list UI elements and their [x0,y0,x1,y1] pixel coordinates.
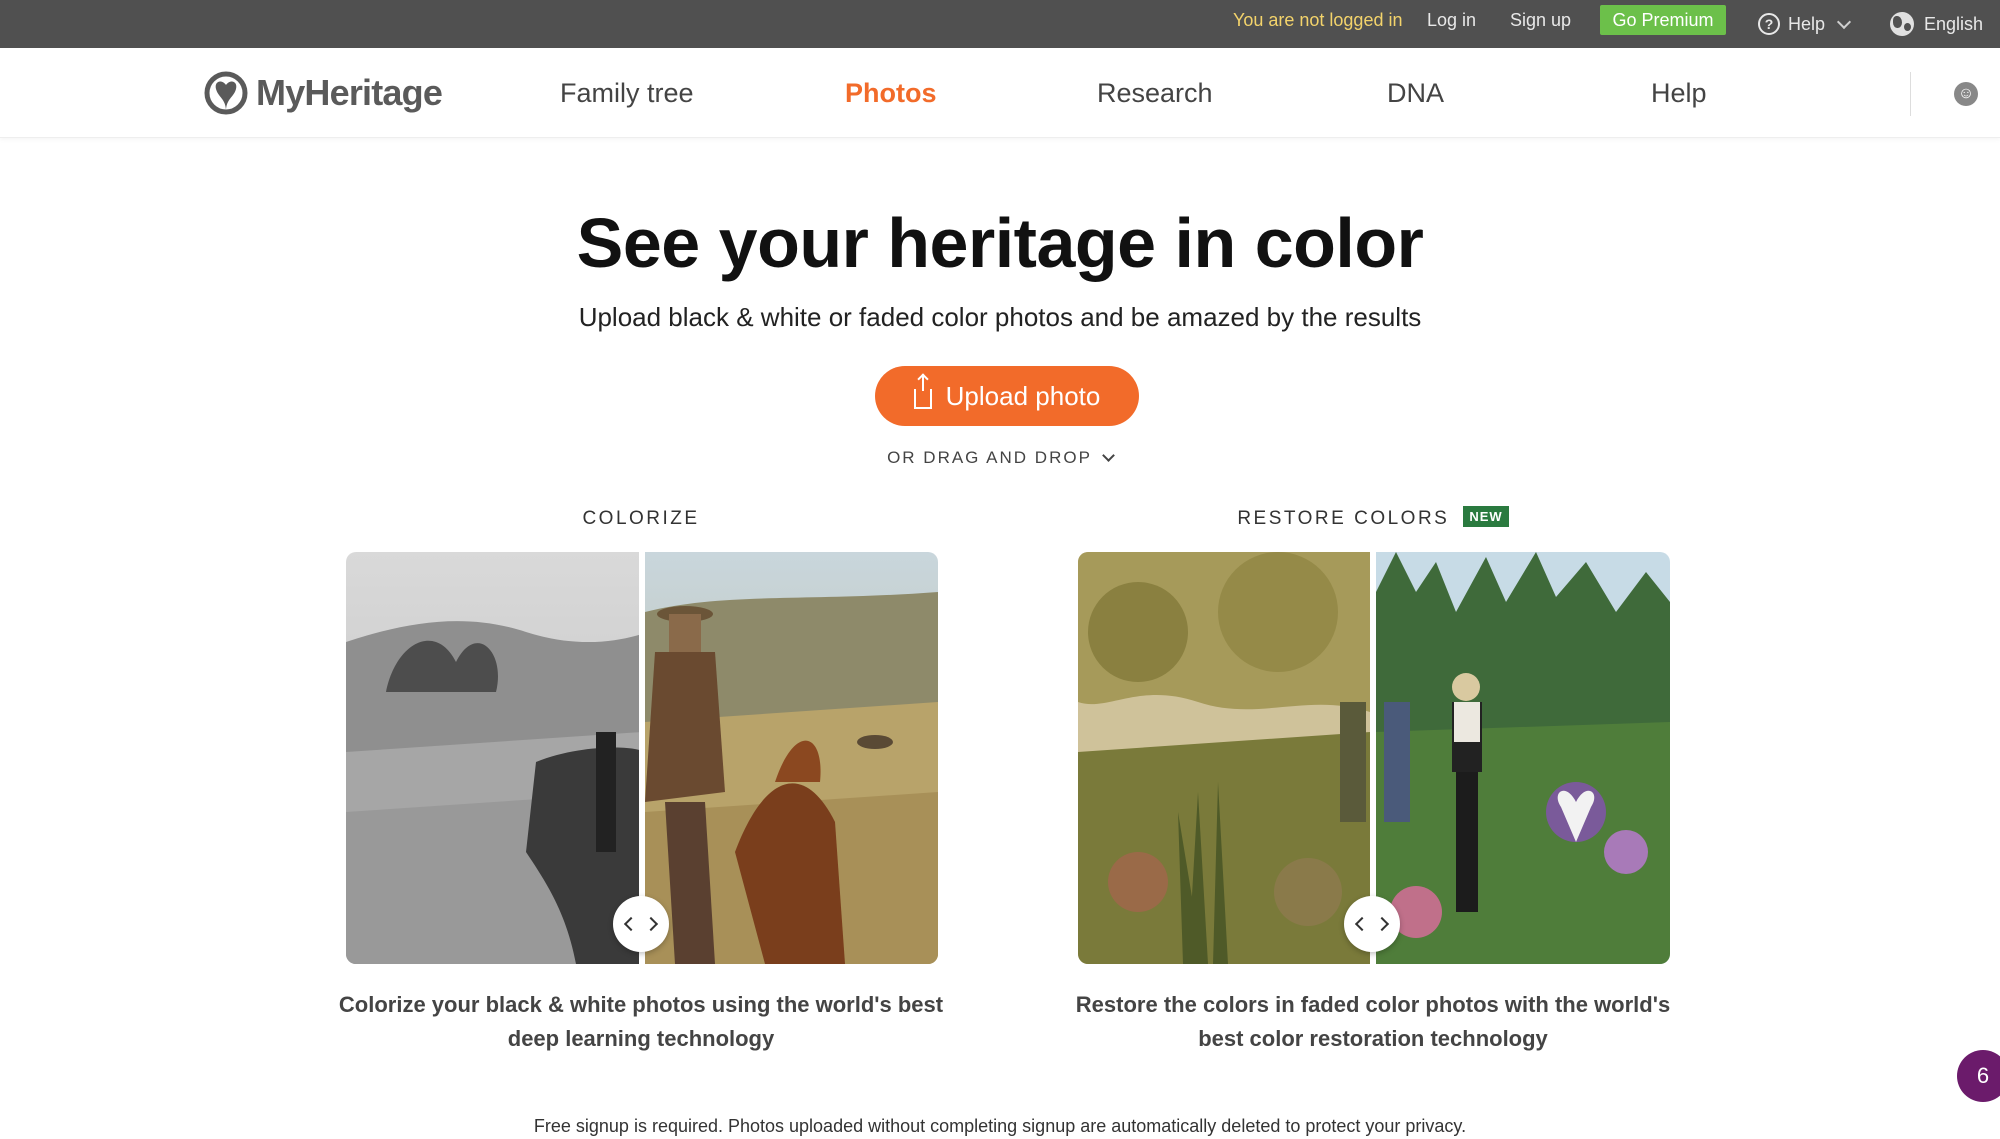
restore-description-line1: Restore the colors in faded color photos… [1075,992,1671,1017]
chevron-right-icon [643,916,659,932]
color-photo [645,552,938,964]
not-logged-in-text: You are not logged in [1233,10,1403,30]
go-premium-button[interactable]: Go Premium [1600,5,1726,35]
page-title: See your heritage in color [576,204,1424,282]
myheritage-logo[interactable]: MyHeritage [204,70,443,116]
logo-text: MyHeritage [256,72,443,113]
top-utility-bar: You are not logged in Log in Sign up Go … [0,0,2000,48]
nav-photos[interactable]: Photos [845,78,937,109]
faded-photo [1078,552,1370,964]
login-link[interactable]: Log in [1427,0,1476,48]
chevron-right-icon [1374,916,1390,932]
restore-description-line2: best color restoration technology [1198,1026,1548,1051]
chevron-left-icon [1354,916,1370,932]
question-circle-icon: ? [1758,13,1780,35]
language-selector[interactable]: English [1890,0,1983,48]
nav-family-tree[interactable]: Family tree [560,78,694,109]
colorize-slider-handle[interactable] [613,896,669,952]
logo-mark-icon [204,71,248,115]
colorize-description-line1: Colorize your black & white photos using… [338,992,944,1017]
upload-photo-label: Upload photo [945,380,1101,411]
signup-link[interactable]: Sign up [1510,0,1571,48]
drag-and-drop-label: OR DRAG AND DROP [887,448,1092,467]
chat-count: 6 [1976,1063,1990,1088]
nav-dna[interactable]: DNA [1387,78,1444,109]
new-badge: NEW [1463,506,1509,528]
restore-description: Restore the colors in faded color photos… [1063,988,1683,1056]
main-navbar: MyHeritage Family tree Photos Research D… [0,48,2000,138]
globe-icon [1890,12,1914,36]
colorize-label: COLORIZE [346,508,936,530]
nav-divider [1910,72,1911,116]
bw-photo [346,552,642,964]
colorize-description-line2: deep learning technology [507,1026,775,1051]
page-subtitle: Upload black & white or faded color phot… [578,302,1422,332]
upload-photo-button[interactable]: Upload photo [875,366,1139,426]
language-label: English [1924,13,1984,34]
help-menu[interactable]: ? Help [1758,0,1852,48]
help-menu-label: Help [1788,13,1826,34]
drag-and-drop-toggle[interactable]: OR DRAG AND DROP [0,448,2000,468]
colorize-label-text: COLORIZE [582,508,700,529]
privacy-note: Free signup is required. Photos uploaded… [533,1116,1467,1136]
chevron-down-icon [1102,449,1115,462]
colorize-description: Colorize your black & white photos using… [331,988,951,1056]
chevron-down-icon [1836,14,1852,29]
restore-colors-label-text: RESTORE COLORS [1237,508,1450,529]
restored-photo [1376,552,1670,964]
chevron-left-icon [623,916,639,932]
accessibility-icon[interactable]: ☺ [1954,82,1978,106]
nav-help[interactable]: Help [1651,78,1707,109]
restore-slider-handle[interactable] [1344,896,1400,952]
upload-icon [913,375,932,409]
nav-research[interactable]: Research [1097,78,1213,109]
restore-colors-label: RESTORE COLORS NEW [1078,506,1668,530]
chat-bubble-button[interactable]: 6 [1957,1050,2000,1102]
